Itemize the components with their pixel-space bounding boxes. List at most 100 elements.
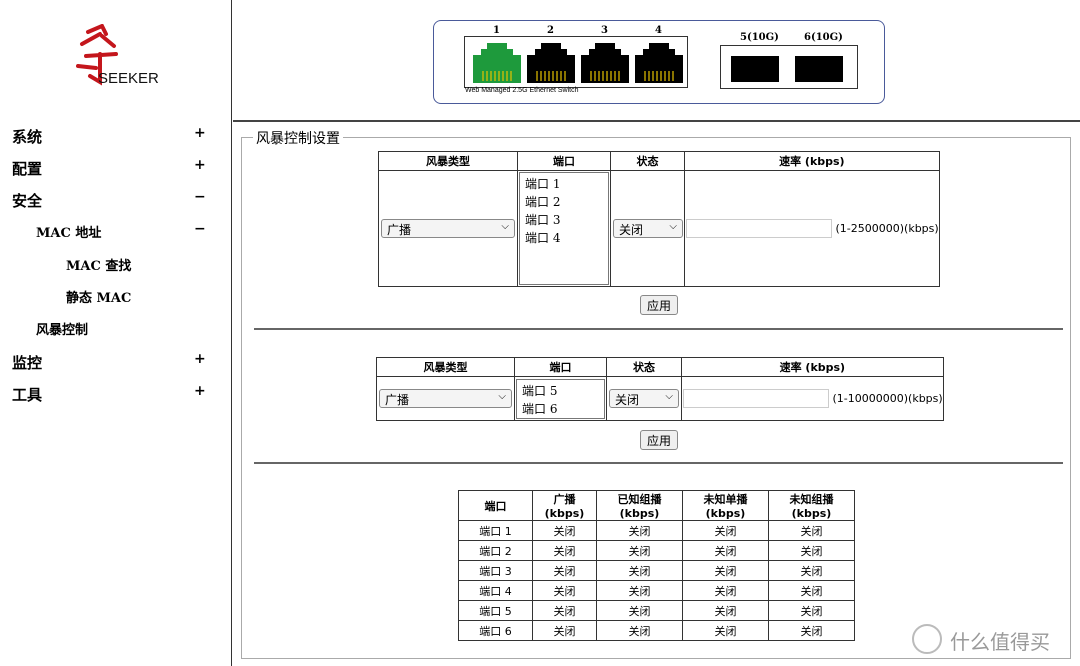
- copper-port-group: [464, 36, 688, 88]
- expand-icon[interactable]: +: [194, 383, 206, 399]
- storm-type-select[interactable]: 广播 ⌵: [381, 219, 515, 238]
- port-header: 端口: [514, 357, 607, 377]
- table-row: 端口 4 关闭 关闭 关闭 关闭: [458, 580, 855, 601]
- collapse-icon[interactable]: −: [194, 221, 206, 237]
- status-cell: 端口 3: [458, 560, 533, 581]
- sidebar-item[interactable]: 配置 +: [0, 152, 232, 182]
- status-cell: 关闭: [768, 520, 855, 541]
- rate-header: 速率 (kbps): [681, 357, 944, 377]
- status-column-header: 未知单播 (kbps): [682, 490, 769, 521]
- collapse-icon[interactable]: −: [194, 189, 206, 205]
- chevron-down-icon: ⌵: [669, 221, 677, 232]
- status-cell: 关闭: [768, 620, 855, 641]
- sidebar-item-label: 安全: [12, 192, 43, 210]
- expand-icon[interactable]: +: [194, 351, 206, 367]
- chevron-down-icon: ⌵: [665, 391, 673, 402]
- status-cell: 端口 2: [458, 540, 533, 561]
- sidebar-item-label: 工具: [12, 386, 43, 404]
- chevron-down-icon: ⌵: [498, 391, 506, 402]
- rate-range: (1-10000000)(kbps): [832, 391, 943, 405]
- status-column-header: 已知组播 (kbps): [596, 490, 683, 521]
- status-cell: 关闭: [596, 580, 683, 601]
- divider: [254, 462, 1063, 464]
- state-header: 状态: [606, 357, 682, 377]
- header: 1 2 3 4 Web Managed 2.5G Ethernet Switch 5(…: [233, 0, 1080, 122]
- status-cell: 关闭: [682, 560, 769, 581]
- sidebar-item-label: 监控: [12, 354, 43, 372]
- port-listbox-1[interactable]: 端口 1 端口 2 端口 3 端口 4: [519, 172, 609, 285]
- port-option[interactable]: 端口 2: [525, 193, 603, 211]
- sidebar-item[interactable]: 安全 −: [0, 184, 232, 214]
- status-cell: 关闭: [532, 580, 597, 601]
- port-option[interactable]: 端口 3: [525, 211, 603, 229]
- port-number-label: 2: [547, 25, 554, 36]
- storm-type-value: 广播: [385, 393, 410, 407]
- status-cell: 关闭: [532, 560, 597, 581]
- state-value: 关闭: [615, 393, 640, 407]
- sidebar-item[interactable]: 风暴控制: [0, 313, 232, 343]
- status-cell: 关闭: [532, 520, 597, 541]
- rj45-port-icon[interactable]: [527, 43, 575, 83]
- sfp-port-6[interactable]: [795, 56, 843, 82]
- rate-header: 速率 (kbps): [684, 151, 940, 171]
- sidebar-item[interactable]: 静态 MAC: [0, 281, 232, 311]
- port-option[interactable]: 端口 1: [525, 175, 603, 193]
- table-row: 端口 6 关闭 关闭 关闭 关闭: [458, 620, 855, 641]
- storm-form-1: 风暴类型 端口 状态 速率 (kbps) 广播 ⌵ 端口 1 端口 2 端口 3 端口 …: [378, 151, 940, 287]
- storm-form-2: 风暴类型 端口 状态 速率 (kbps) 广播 ⌵ 端口 5 端口 6 关闭 ⌵ (1…: [376, 357, 944, 421]
- rj45-port-icon[interactable]: [581, 43, 629, 83]
- watermark-logo-icon: [912, 624, 942, 654]
- storm-type-value: 广播: [387, 223, 412, 237]
- status-cell: 关闭: [596, 520, 683, 541]
- storm-type-header: 风暴类型: [378, 151, 518, 171]
- sidebar-item[interactable]: 监控 +: [0, 346, 232, 376]
- expand-icon[interactable]: +: [194, 125, 206, 141]
- status-cell: 端口 4: [458, 580, 533, 601]
- rate-input[interactable]: [686, 219, 832, 238]
- status-column-header: 广播 (kbps): [532, 490, 597, 521]
- state-value: 关闭: [619, 223, 644, 237]
- chevron-down-icon: ⌵: [501, 221, 509, 232]
- port-listbox-2[interactable]: 端口 5 端口 6: [516, 378, 605, 419]
- status-cell: 关闭: [768, 560, 855, 581]
- sidebar-item-label: 配置: [12, 160, 43, 178]
- sidebar-item-label: 静态 MAC: [66, 291, 132, 306]
- state-select[interactable]: 关闭 ⌵: [609, 389, 679, 408]
- status-cell: 关闭: [596, 620, 683, 641]
- port-number-label: 3: [601, 25, 608, 36]
- port-option[interactable]: 端口 5: [522, 382, 599, 400]
- status-cell: 关闭: [768, 600, 855, 621]
- status-cell: 关闭: [532, 620, 597, 641]
- sidebar: SEEKER 系统 + 配置 + 安全 − MAC 地址 − MAC 查找 静态 MAC 风暴控制监…: [0, 0, 232, 666]
- sidebar-item[interactable]: 系统 +: [0, 120, 232, 150]
- sidebar-item-label: MAC 查找: [66, 259, 132, 274]
- sidebar-item-label: MAC 地址: [36, 226, 102, 241]
- status-cell: 关闭: [682, 540, 769, 561]
- rate-input[interactable]: [683, 389, 829, 408]
- status-cell: 关闭: [682, 520, 769, 541]
- sidebar-item[interactable]: MAC 查找: [0, 249, 232, 279]
- port-option[interactable]: 端口 4: [525, 229, 603, 247]
- port-number-label: 1: [493, 25, 500, 36]
- status-cell: 关闭: [682, 600, 769, 621]
- port-option[interactable]: 端口 6: [522, 400, 599, 418]
- status-cell: 端口 6: [458, 620, 533, 641]
- status-cell: 关闭: [768, 540, 855, 561]
- state-header: 状态: [610, 151, 685, 171]
- sfp-port-label: 6(10G): [804, 32, 843, 43]
- apply-button-1[interactable]: 应用: [640, 295, 679, 315]
- storm-type-select[interactable]: 广播 ⌵: [379, 389, 512, 408]
- state-select[interactable]: 关闭 ⌵: [613, 219, 683, 238]
- sidebar-item[interactable]: MAC 地址 −: [0, 216, 232, 246]
- table-row: 端口 3 关闭 关闭 关闭 关闭: [458, 560, 855, 581]
- rj45-port-icon[interactable]: [473, 43, 521, 83]
- table-row: 端口 1 关闭 关闭 关闭 关闭: [458, 520, 855, 541]
- sfp-port-5[interactable]: [731, 56, 779, 82]
- apply-button-2[interactable]: 应用: [640, 430, 679, 450]
- expand-icon[interactable]: +: [194, 157, 206, 173]
- rj45-port-icon[interactable]: [635, 43, 683, 83]
- sidebar-item[interactable]: 工具 +: [0, 378, 232, 408]
- brand-name: SEEKER: [98, 70, 159, 87]
- status-cell: 关闭: [596, 560, 683, 581]
- rate-range: (1-2500000)(kbps): [835, 221, 939, 235]
